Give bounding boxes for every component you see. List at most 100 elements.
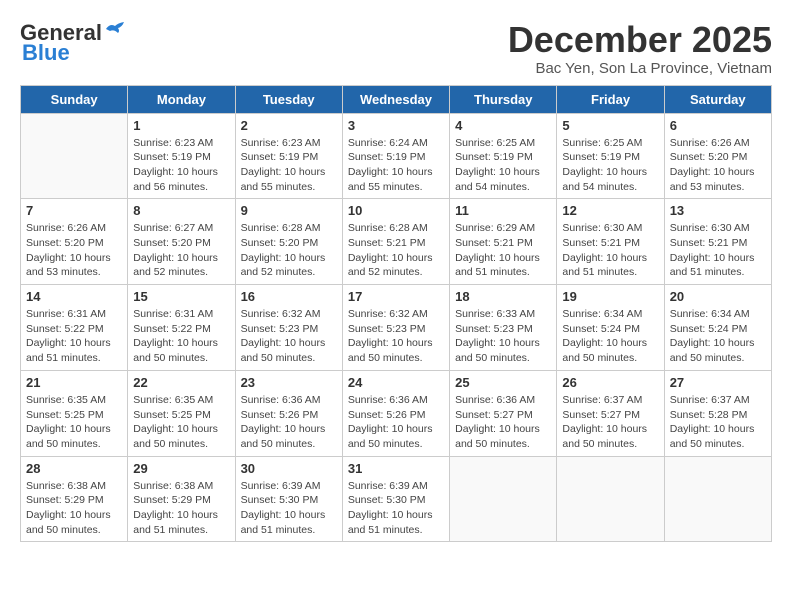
day-info: Sunrise: 6:32 AMSunset: 5:23 PMDaylight:…	[348, 307, 444, 366]
calendar-week-5: 28 Sunrise: 6:38 AMSunset: 5:29 PMDayligh…	[21, 456, 772, 542]
day-number: 17	[348, 289, 444, 304]
day-number: 18	[455, 289, 551, 304]
calendar-subtitle: Bac Yen, Son La Province, Vietnam	[508, 60, 772, 77]
calendar-cell	[450, 456, 557, 542]
logo-blue: Blue	[22, 40, 70, 66]
day-info: Sunrise: 6:32 AMSunset: 5:23 PMDaylight:…	[241, 307, 337, 366]
day-info: Sunrise: 6:30 AMSunset: 5:21 PMDaylight:…	[562, 221, 658, 280]
day-info: Sunrise: 6:28 AMSunset: 5:21 PMDaylight:…	[348, 221, 444, 280]
day-info: Sunrise: 6:36 AMSunset: 5:27 PMDaylight:…	[455, 393, 551, 452]
day-info: Sunrise: 6:37 AMSunset: 5:27 PMDaylight:…	[562, 393, 658, 452]
day-info: Sunrise: 6:29 AMSunset: 5:21 PMDaylight:…	[455, 221, 551, 280]
day-number: 10	[348, 203, 444, 218]
calendar-cell: 16 Sunrise: 6:32 AMSunset: 5:23 PMDayligh…	[235, 285, 342, 371]
day-number: 2	[241, 118, 337, 133]
weekday-header-row: SundayMondayTuesdayWednesdayThursdayFrid…	[21, 85, 772, 113]
day-number: 30	[241, 461, 337, 476]
day-number: 5	[562, 118, 658, 133]
day-number: 26	[562, 375, 658, 390]
day-info: Sunrise: 6:34 AMSunset: 5:24 PMDaylight:…	[670, 307, 766, 366]
calendar-week-2: 7 Sunrise: 6:26 AMSunset: 5:20 PMDaylight…	[21, 199, 772, 285]
calendar-cell: 12Sunrise: 6:30 AMSunset: 5:21 PMDayligh…	[557, 199, 664, 285]
day-info: Sunrise: 6:33 AMSunset: 5:23 PMDaylight:…	[455, 307, 551, 366]
day-number: 27	[670, 375, 766, 390]
calendar-title: December 2025	[508, 20, 772, 60]
day-info: Sunrise: 6:31 AMSunset: 5:22 PMDaylight:…	[133, 307, 229, 366]
calendar-cell: 23Sunrise: 6:36 AMSunset: 5:26 PMDayligh…	[235, 370, 342, 456]
day-number: 23	[241, 375, 337, 390]
day-info: Sunrise: 6:24 AMSunset: 5:19 PMDaylight:…	[348, 136, 444, 195]
calendar-cell: 19Sunrise: 6:34 AMSunset: 5:24 PMDayligh…	[557, 285, 664, 371]
day-info: Sunrise: 6:26 AMSunset: 5:20 PMDaylight:…	[670, 136, 766, 195]
weekday-header-sunday: Sunday	[21, 85, 128, 113]
day-number: 8	[133, 203, 229, 218]
day-number: 9	[241, 203, 337, 218]
day-info: Sunrise: 6:28 AMSunset: 5:20 PMDaylight:…	[241, 221, 337, 280]
day-info: Sunrise: 6:36 AMSunset: 5:26 PMDaylight:…	[348, 393, 444, 452]
day-number: 7	[26, 203, 122, 218]
day-info: Sunrise: 6:31 AMSunset: 5:22 PMDaylight:…	[26, 307, 122, 366]
day-number: 29	[133, 461, 229, 476]
calendar-cell: 1 Sunrise: 6:23 AMSunset: 5:19 PMDaylight…	[128, 113, 235, 199]
calendar-cell: 10 Sunrise: 6:28 AMSunset: 5:21 PMDayligh…	[342, 199, 449, 285]
day-number: 13	[670, 203, 766, 218]
day-info: Sunrise: 6:23 AMSunset: 5:19 PMDaylight:…	[241, 136, 337, 195]
day-info: Sunrise: 6:23 AMSunset: 5:19 PMDaylight:…	[133, 136, 229, 195]
day-number: 1	[133, 118, 229, 133]
day-info: Sunrise: 6:27 AMSunset: 5:20 PMDaylight:…	[133, 221, 229, 280]
day-info: Sunrise: 6:38 AMSunset: 5:29 PMDaylight:…	[133, 479, 229, 538]
calendar-week-1: 1 Sunrise: 6:23 AMSunset: 5:19 PMDaylight…	[21, 113, 772, 199]
day-info: Sunrise: 6:39 AMSunset: 5:30 PMDaylight:…	[348, 479, 444, 538]
calendar-cell: 8 Sunrise: 6:27 AMSunset: 5:20 PMDaylight…	[128, 199, 235, 285]
day-number: 24	[348, 375, 444, 390]
calendar-cell: 5Sunrise: 6:25 AMSunset: 5:19 PMDaylight…	[557, 113, 664, 199]
calendar-cell: 30Sunrise: 6:39 AMSunset: 5:30 PMDayligh…	[235, 456, 342, 542]
day-number: 3	[348, 118, 444, 133]
calendar-cell: 7 Sunrise: 6:26 AMSunset: 5:20 PMDaylight…	[21, 199, 128, 285]
calendar-cell: 15 Sunrise: 6:31 AMSunset: 5:22 PMDayligh…	[128, 285, 235, 371]
calendar-cell: 3 Sunrise: 6:24 AMSunset: 5:19 PMDaylight…	[342, 113, 449, 199]
calendar-cell: 21 Sunrise: 6:35 AMSunset: 5:25 PMDayligh…	[21, 370, 128, 456]
day-info: Sunrise: 6:34 AMSunset: 5:24 PMDaylight:…	[562, 307, 658, 366]
calendar-cell: 11 Sunrise: 6:29 AMSunset: 5:21 PMDayligh…	[450, 199, 557, 285]
calendar-cell	[21, 113, 128, 199]
day-number: 20	[670, 289, 766, 304]
day-number: 25	[455, 375, 551, 390]
calendar-cell: 20 Sunrise: 6:34 AMSunset: 5:24 PMDayligh…	[664, 285, 771, 371]
day-number: 6	[670, 118, 766, 133]
weekday-header-wednesday: Wednesday	[342, 85, 449, 113]
calendar-cell: 6 Sunrise: 6:26 AMSunset: 5:20 PMDaylight…	[664, 113, 771, 199]
weekday-header-monday: Monday	[128, 85, 235, 113]
calendar-cell: 29 Sunrise: 6:38 AMSunset: 5:29 PMDayligh…	[128, 456, 235, 542]
calendar-cell: 27 Sunrise: 6:37 AMSunset: 5:28 PMDayligh…	[664, 370, 771, 456]
calendar-cell: 24 Sunrise: 6:36 AMSunset: 5:26 PMDayligh…	[342, 370, 449, 456]
logo: General Blue	[20, 20, 126, 66]
day-info: Sunrise: 6:37 AMSunset: 5:28 PMDaylight:…	[670, 393, 766, 452]
day-number: 22	[133, 375, 229, 390]
calendar-cell: 14Sunrise: 6:31 AMSunset: 5:22 PMDayligh…	[21, 285, 128, 371]
page-header: General Blue December 2025 Bac Yen, Son …	[20, 20, 772, 77]
day-info: Sunrise: 6:26 AMSunset: 5:20 PMDaylight:…	[26, 221, 122, 280]
weekday-header-friday: Friday	[557, 85, 664, 113]
day-number: 15	[133, 289, 229, 304]
day-number: 16	[241, 289, 337, 304]
calendar-cell: 17 Sunrise: 6:32 AMSunset: 5:23 PMDayligh…	[342, 285, 449, 371]
day-number: 28	[26, 461, 122, 476]
weekday-header-tuesday: Tuesday	[235, 85, 342, 113]
day-number: 4	[455, 118, 551, 133]
day-info: Sunrise: 6:25 AMSunset: 5:19 PMDaylight:…	[455, 136, 551, 195]
calendar-cell: 25 Sunrise: 6:36 AMSunset: 5:27 PMDayligh…	[450, 370, 557, 456]
calendar-cell: 18 Sunrise: 6:33 AMSunset: 5:23 PMDayligh…	[450, 285, 557, 371]
calendar-cell: 13Sunrise: 6:30 AMSunset: 5:21 PMDayligh…	[664, 199, 771, 285]
day-info: Sunrise: 6:35 AMSunset: 5:25 PMDaylight:…	[26, 393, 122, 452]
calendar-cell: 31Sunrise: 6:39 AMSunset: 5:30 PMDayligh…	[342, 456, 449, 542]
calendar-cell: 9 Sunrise: 6:28 AMSunset: 5:20 PMDaylight…	[235, 199, 342, 285]
day-number: 11	[455, 203, 551, 218]
day-info: Sunrise: 6:35 AMSunset: 5:25 PMDaylight:…	[133, 393, 229, 452]
calendar-cell: 28 Sunrise: 6:38 AMSunset: 5:29 PMDayligh…	[21, 456, 128, 542]
weekday-header-thursday: Thursday	[450, 85, 557, 113]
day-number: 21	[26, 375, 122, 390]
title-block: December 2025 Bac Yen, Son La Province, …	[508, 20, 772, 77]
calendar-cell	[664, 456, 771, 542]
day-info: Sunrise: 6:38 AMSunset: 5:29 PMDaylight:…	[26, 479, 122, 538]
